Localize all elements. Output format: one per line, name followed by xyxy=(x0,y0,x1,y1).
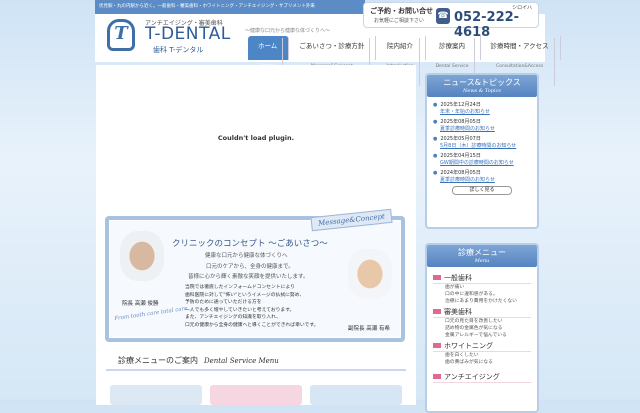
contact-note: お気軽にご相談下さい xyxy=(374,18,424,24)
phone-icon: ☎ xyxy=(436,8,450,24)
concept-banner[interactable]: Message&Concept クリニックのコンセプト 〜ごあいさつ〜 健康な口… xyxy=(105,208,405,342)
contact-label: ご予約・お問い合せ xyxy=(370,7,433,15)
menu-heading-cosmetic[interactable]: 審美歯科 xyxy=(433,307,531,318)
header: T アンチエイジング・審美歯科 T-DENTAL 歯科 T-デンタル 〜健康な口… xyxy=(95,2,561,86)
news-link[interactable]: GW期間中の診療時間のお知らせ xyxy=(433,159,531,166)
concept-line: 皆様に心から輝く素敵な笑顔を提供いたします。 xyxy=(188,274,309,280)
menu-title-en: Menu xyxy=(474,258,490,264)
nav-dental-service[interactable]: 診療案内 Dental Service xyxy=(426,36,481,86)
phone-kana: シロイハ xyxy=(512,5,532,11)
nav-message-concept[interactable]: ごあいさつ・診療方針Message&Concept xyxy=(289,36,377,86)
menu-title: 診療メニュー xyxy=(458,248,506,257)
plugin-placeholder: Couldn't load plugin. xyxy=(217,133,295,142)
concept-body: 当院では徹底したインフォームドコンセントにより 歯科医院に対して"怖い"というイ… xyxy=(185,285,319,328)
director-photo xyxy=(120,231,164,281)
news-item: 2025年04月15日GW期間中の診療時間のお知らせ xyxy=(433,152,531,166)
news-item: 2025年05月07日5月8日（木）診療時間のお知らせ xyxy=(433,135,531,149)
news-date: 2024年08月05日 xyxy=(433,169,531,176)
nav-home[interactable]: ホームHome xyxy=(248,36,290,86)
service-title-jp: 診療メニューのご案内 xyxy=(118,356,198,365)
more-news-button[interactable]: 詳しく見る xyxy=(452,186,512,195)
menu-heading-whitening[interactable]: ホワイトニング xyxy=(433,341,531,352)
concept-title: クリニックのコンセプト 〜ごあいさつ〜 xyxy=(172,239,328,249)
menu-item: 治療にあまり費用をかけたくない xyxy=(445,299,517,304)
vice-director-photo xyxy=(348,249,392,299)
nav-label: 診療案内 xyxy=(431,38,475,62)
logo-japanese: 歯科 T-デンタル xyxy=(153,46,204,54)
news-date: 2025年12月24日 xyxy=(433,101,531,108)
contact-box: ご予約・お問い合せ お気軽にご相談下さい ☎ 052-222-4618 シロイハ xyxy=(363,2,539,40)
menu-item: 口の中に違和感がある。 xyxy=(445,292,498,297)
top-bar: 伏見駅・丸の内駅から近く。一般歯科・審美歯科・ホワイトニング・アンチエイジング・… xyxy=(95,0,365,14)
director-name: 院長 高瀬 俊勝 xyxy=(122,301,159,307)
news-item: 2025年08月05日夏季診療時間のお知らせ xyxy=(433,118,531,132)
service-section-title: 診療メニューのご案内 Dental Service Menu xyxy=(106,355,406,371)
script-text: From tooth care total care xyxy=(113,305,188,323)
news-date: 2025年05月07日 xyxy=(433,135,531,142)
service-title-en: Dental Service Menu xyxy=(204,357,279,365)
main-nav: ホームHome ごあいさつ・診療方針Message&Concept 院内紹介In… xyxy=(248,36,561,86)
news-panel: ニュース&トピックスNews & Topics 2025年12月24日年末・年始… xyxy=(425,73,539,229)
nav-label: 院内紹介 xyxy=(381,38,420,62)
nav-label: 診療時間・アクセス xyxy=(486,38,555,62)
menu-item: 口元の見た目を改善したい xyxy=(445,319,503,324)
menu-item: 歯の黄ばみが気になる xyxy=(445,360,493,365)
main-content: Couldn't load plugin. Message&Concept クリ… xyxy=(96,65,416,405)
menu-panel: 診療メニュー Menu 一般歯科 歯が痛い 口の中に違和感がある。 治療にあまり費… xyxy=(425,243,539,413)
tagline: 〜健康な口元から健康な体づくりへ〜 xyxy=(245,28,331,34)
news-link[interactable]: 夏季診療時間のお知らせ xyxy=(433,176,531,183)
news-date: 2025年08月05日 xyxy=(433,118,531,125)
menu-item: 歯が痛い xyxy=(445,285,465,290)
menu-item: 歯を白くしたい xyxy=(445,353,479,358)
news-link[interactable]: 年末・年始のお知らせ xyxy=(433,108,531,115)
news-item: 2024年08月05日夏季診療時間のお知らせ xyxy=(433,169,531,183)
news-header: ニュース&トピックス News & Topics xyxy=(427,75,537,97)
nav-access[interactable]: 診療時間・アクセス Consultation&Access xyxy=(481,36,561,86)
news-item: 2025年12月24日年末・年始のお知らせ xyxy=(433,101,531,115)
service-card[interactable] xyxy=(110,385,202,405)
vice-director-name: 副院長 高瀬 有希 xyxy=(348,326,390,332)
service-card[interactable] xyxy=(310,385,402,405)
news-date: 2025年04月15日 xyxy=(433,152,531,159)
menu-heading-antiaging[interactable]: アンチエイジング xyxy=(433,372,531,383)
news-link[interactable]: 夏季診療時間のお知らせ xyxy=(433,125,531,132)
logo-title[interactable]: T-DENTAL xyxy=(145,24,231,44)
nav-introduction[interactable]: 院内紹介Introduction xyxy=(376,36,426,86)
menu-heading-general[interactable]: 一般歯科 xyxy=(433,273,531,284)
menu-item: 金属アレルギーで悩んでいる xyxy=(445,333,507,338)
menu-header: 診療メニュー Menu xyxy=(427,245,537,267)
news-title: ニュース&トピックス xyxy=(443,78,521,87)
concept-line: 健康な口元から健康な体づくりへ xyxy=(205,253,288,259)
service-card[interactable] xyxy=(210,385,302,405)
menu-item: 詰め物の金属色が気になる xyxy=(445,326,503,331)
tooth-logo-icon[interactable]: T xyxy=(107,19,135,51)
news-title-en: News & Topics xyxy=(463,88,501,94)
news-link[interactable]: 5月8日（木）診療時間のお知らせ xyxy=(433,142,531,149)
concept-badge: Message&Concept xyxy=(310,208,393,232)
concept-line: 口元のケアから、全身の健康まで。 xyxy=(206,264,294,270)
nav-label: ホーム xyxy=(253,38,284,62)
nav-label: ごあいさつ・診療方針 xyxy=(294,38,371,62)
